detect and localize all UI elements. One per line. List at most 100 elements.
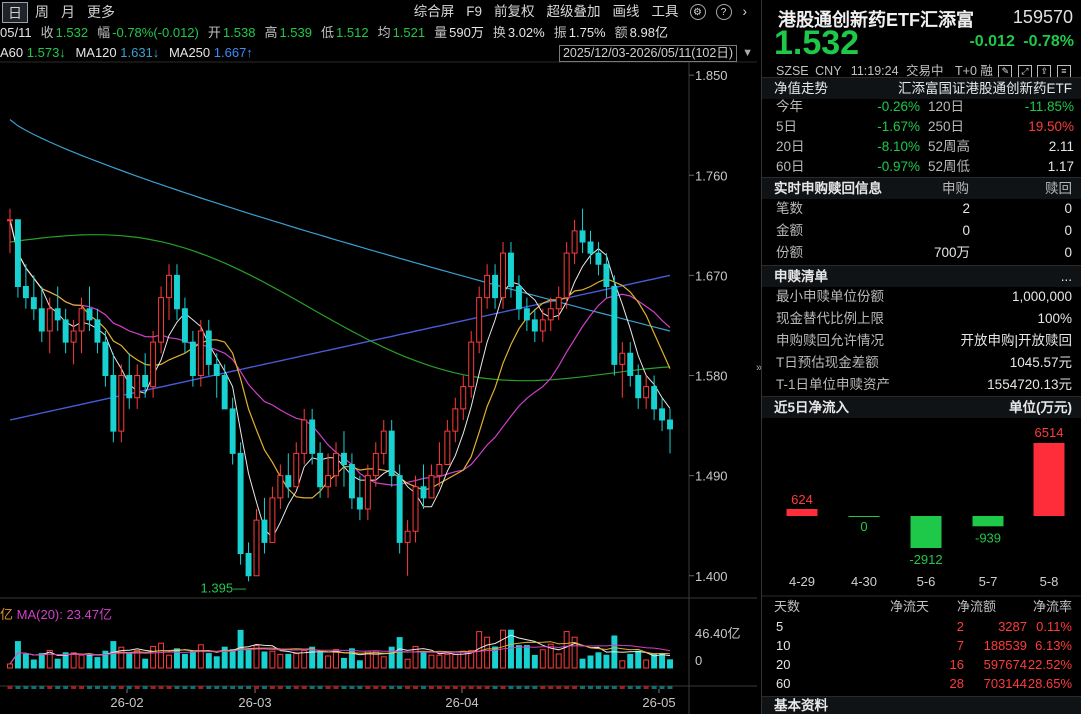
next-icon[interactable]: › xyxy=(737,0,754,24)
candle xyxy=(515,275,522,320)
volume-bar xyxy=(158,642,165,669)
redeem-list-more[interactable]: ... xyxy=(1061,266,1072,288)
indicator-bar xyxy=(174,686,180,689)
nav-period-label: 20日 xyxy=(776,139,805,154)
netflow-value-label: -939 xyxy=(975,530,1001,545)
candle xyxy=(364,464,371,521)
draw-line-button[interactable]: 画线 xyxy=(607,0,646,24)
volume-bar xyxy=(94,657,101,669)
volume-bar xyxy=(452,653,459,669)
indicator-bar xyxy=(468,686,474,689)
swing-label: 振 xyxy=(553,25,567,40)
candle xyxy=(667,408,673,454)
volume-value: 590万 xyxy=(449,25,484,40)
price-change: -0.012 -0.78% xyxy=(969,33,1074,51)
indicator-bar xyxy=(254,686,259,689)
indicator-bar xyxy=(55,686,61,689)
nav-row: 5日 -1.67% 250日 19.50% xyxy=(762,117,1081,137)
netflow-value-label: 6514 xyxy=(1035,425,1064,440)
candle xyxy=(309,408,316,465)
flow-amount: 597674 xyxy=(983,657,1027,672)
volume-bar xyxy=(86,654,93,669)
flow-amount: 3287 xyxy=(998,619,1027,634)
volume-bar xyxy=(269,650,276,669)
candle xyxy=(269,486,276,543)
candle xyxy=(245,542,252,582)
candle xyxy=(492,264,499,309)
volume-bar xyxy=(181,653,188,669)
indicator-bar xyxy=(79,686,85,689)
volume-bar xyxy=(325,655,332,669)
indicator-bar xyxy=(460,686,466,689)
tab-more[interactable]: 更多 xyxy=(82,2,120,23)
close-value: 1.532 xyxy=(55,25,89,40)
indicator-bar xyxy=(285,686,291,689)
volume-bar xyxy=(245,649,252,669)
indicator-bar xyxy=(572,686,578,689)
volume-zero-tick: 0 xyxy=(695,653,702,668)
high-label: 高 xyxy=(264,25,278,40)
indicator-bar xyxy=(603,686,609,689)
candle xyxy=(14,219,21,298)
indicator-bar xyxy=(588,686,593,689)
tab-day[interactable]: 日 xyxy=(2,1,28,23)
open-label: 开 xyxy=(207,25,221,40)
flow-table-row: 20 16 597674 22.52% xyxy=(762,655,1081,674)
ma60-label: A60 xyxy=(0,45,24,60)
indicator-bar xyxy=(484,686,490,689)
volume-bar xyxy=(539,649,546,669)
volume-bar xyxy=(420,652,427,669)
volume-bar xyxy=(667,659,673,669)
kline-chart[interactable]: 1.850 1.760 1.670 1.580 1.490 1.400 1.395— 46.4… xyxy=(0,0,757,714)
candle xyxy=(30,275,37,320)
volume-bar xyxy=(341,657,347,669)
redeem-value: 0 xyxy=(1064,223,1072,238)
candle xyxy=(277,464,284,509)
volume-bar xyxy=(150,645,157,669)
indicator-bar xyxy=(190,686,196,689)
y-tick-label: 1.400 xyxy=(695,569,728,584)
candle xyxy=(555,286,562,320)
tools-button[interactable]: 工具 xyxy=(646,0,685,24)
indicator-bar xyxy=(651,686,657,689)
indicator-bar xyxy=(261,686,267,689)
subscribe-col: 申购 xyxy=(942,181,969,196)
swing-value: 1.75% xyxy=(568,25,606,40)
f9-button[interactable]: F9 xyxy=(460,0,488,24)
col-flow-days: 净流天 xyxy=(890,599,930,614)
settings-icon[interactable]: ⚙ xyxy=(689,4,706,20)
redeem-col: 赎回 xyxy=(1045,181,1072,196)
help-icon[interactable]: ? xyxy=(715,4,732,20)
candle xyxy=(110,353,117,443)
col-flow-rate: 净流率 xyxy=(1032,599,1072,614)
basic-info-header[interactable]: 基本资料 xyxy=(762,696,1081,714)
candle xyxy=(62,308,69,354)
chevron-down-icon[interactable]: ▼ xyxy=(742,47,753,59)
indicator-bar xyxy=(230,686,236,689)
candle xyxy=(388,420,395,487)
candle xyxy=(595,242,602,276)
subscribe-value: 700万 xyxy=(933,245,970,260)
flow-table-header: 天数 净流天 净流额 净流率 xyxy=(762,597,1081,617)
settlement-badge: T+0 xyxy=(955,64,977,78)
redeem-list-row: T-1日单位申赎资产 1554720.13元 xyxy=(762,375,1081,395)
volume-bar xyxy=(619,660,626,669)
turnover-value: 3.02% xyxy=(507,25,545,40)
indicator-bar xyxy=(476,686,482,689)
super-overlay-button[interactable]: 超级叠加 xyxy=(541,0,607,24)
date-range-selector[interactable]: 2025/12/03-2026/05/11(102日) xyxy=(558,45,737,62)
amp-label: 幅 xyxy=(97,25,111,40)
candle xyxy=(181,297,188,354)
redeem-list-label: T-1日单位申赎资产 xyxy=(776,377,891,392)
candle xyxy=(444,420,451,465)
indicator-bar xyxy=(500,686,506,689)
forward-adjust-button[interactable]: 前复权 xyxy=(488,0,541,24)
tab-week[interactable]: 周 xyxy=(30,2,54,23)
volume-bar xyxy=(70,652,77,669)
ma250-line xyxy=(9,274,671,421)
nav-period-label: 52周低 xyxy=(928,159,971,174)
nav-period-label: 60日 xyxy=(776,159,805,174)
indicator-bar xyxy=(444,686,450,689)
tab-month[interactable]: 月 xyxy=(56,2,80,23)
composite-screen-button[interactable]: 综合屏 xyxy=(408,0,461,24)
